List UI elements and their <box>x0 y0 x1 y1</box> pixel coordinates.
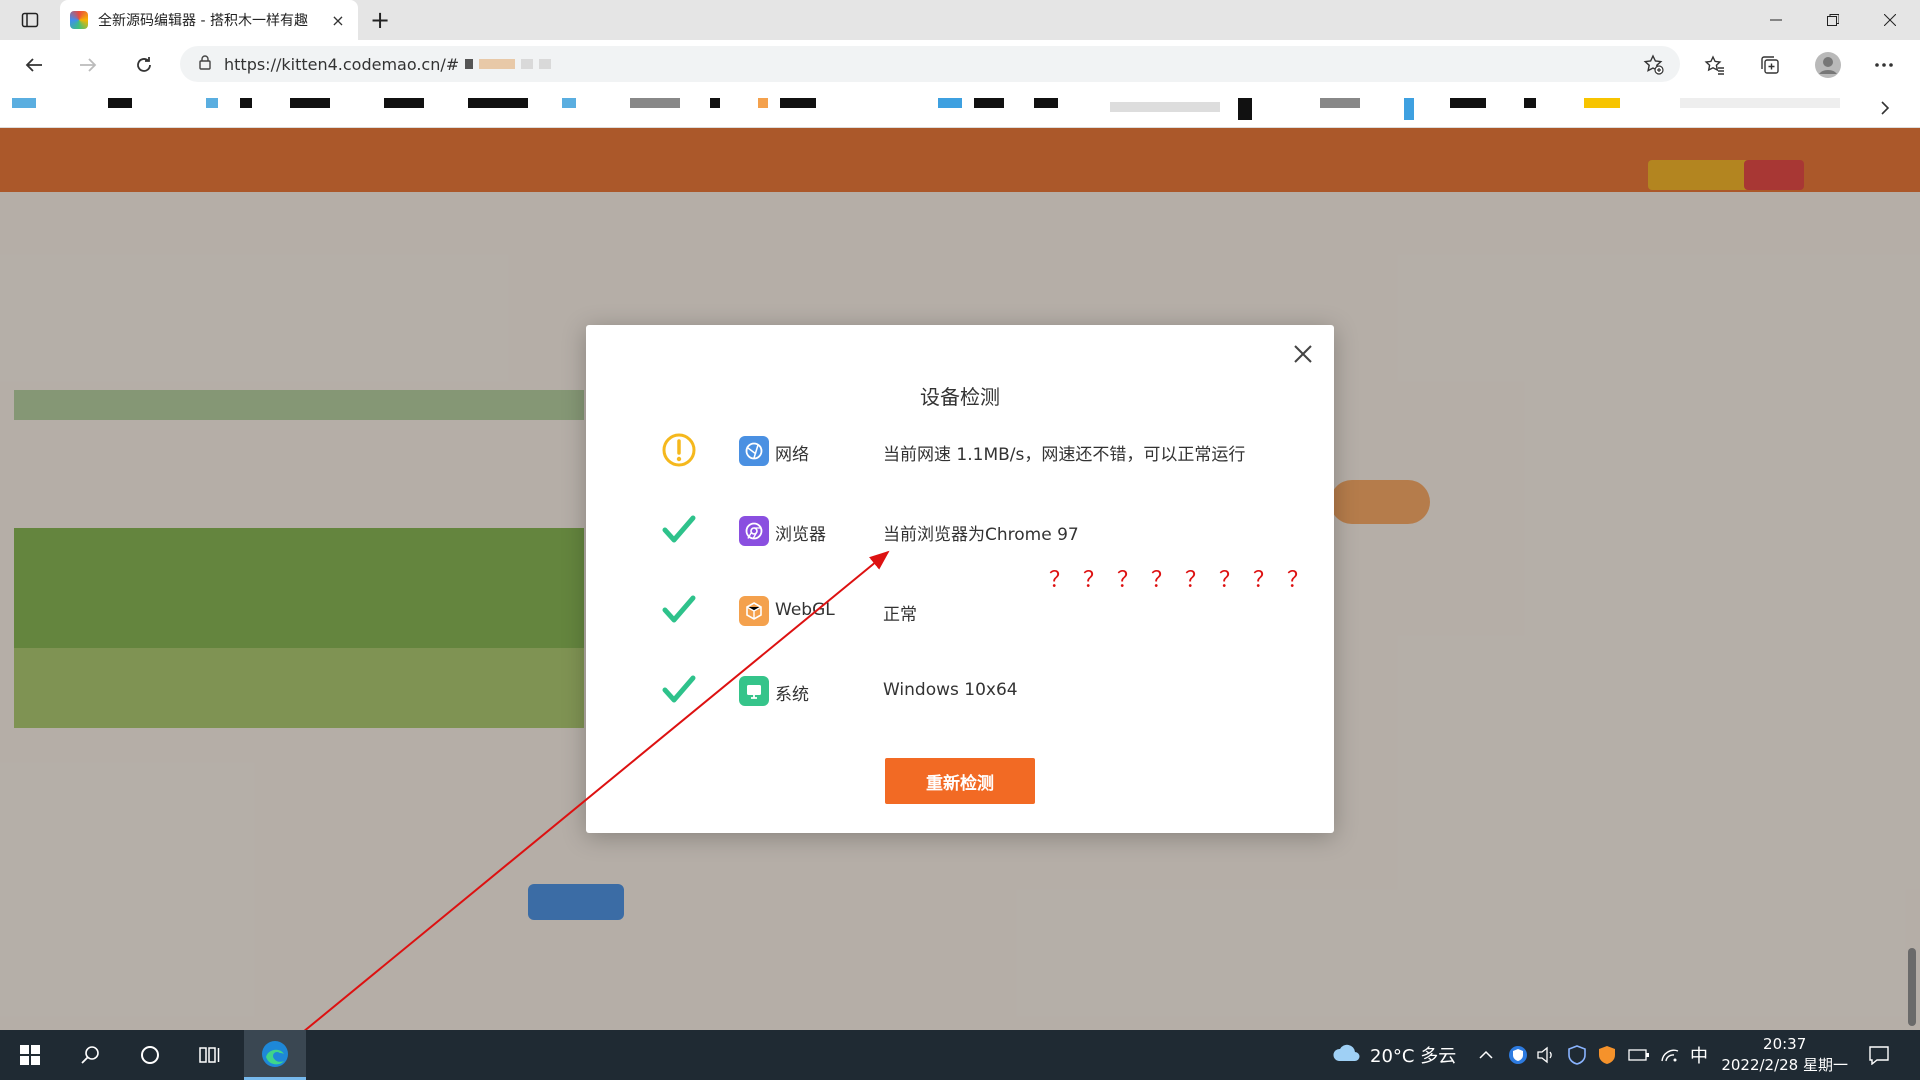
new-tab-icon[interactable]: + <box>366 6 394 34</box>
add-favorite-icon[interactable] <box>1638 49 1670 81</box>
redacted-favorite[interactable] <box>562 98 576 108</box>
checkmark-icon <box>661 672 697 708</box>
redacted-url <box>479 59 516 69</box>
task-view-icon[interactable] <box>182 1030 238 1080</box>
redacted-favorite[interactable] <box>974 98 1004 108</box>
redacted-url <box>539 59 552 69</box>
cortana-icon[interactable] <box>122 1030 178 1080</box>
clock-time: 20:37 <box>1763 1035 1807 1053</box>
redacted-favorite[interactable] <box>1524 98 1536 108</box>
back-icon[interactable] <box>18 49 50 81</box>
redacted-favorite[interactable] <box>1238 98 1252 120</box>
redacted-favorite[interactable] <box>780 98 816 108</box>
tab-strip: 全新源码编辑器 - 搭积木一样有趣 × + <box>0 0 1920 40</box>
minimize-icon[interactable] <box>1748 0 1804 40</box>
check-row-webgl: WebGL 正常 <box>586 590 1334 630</box>
wifi-icon[interactable] <box>1660 1030 1680 1080</box>
forward-icon[interactable] <box>72 49 104 81</box>
redacted-favorite[interactable] <box>1680 98 1840 108</box>
address-bar[interactable]: https://kitten4.codemao.cn/# <box>180 46 1680 82</box>
redacted-favorite[interactable] <box>1584 98 1620 108</box>
redacted-favorite[interactable] <box>1404 98 1414 120</box>
check-result: 正常 <box>883 605 917 625</box>
check-result: 当前网速 1.1MB/s，网速还不错，可以正常运行 <box>883 445 1246 465</box>
edge-taskbar-icon[interactable] <box>244 1030 306 1080</box>
redacted-url <box>465 59 474 69</box>
redacted-favorite[interactable] <box>108 98 132 108</box>
redacted-favorite[interactable] <box>630 98 680 108</box>
checkmark-icon <box>661 592 697 628</box>
url-text: https://kitten4.codemao.cn/# <box>224 54 460 74</box>
clock[interactable]: 20:37 2022/2/28 星期一 <box>1721 1034 1848 1076</box>
weather-text: 20°C 多云 <box>1370 1046 1457 1067</box>
speaker-icon[interactable] <box>1536 1030 1556 1080</box>
redacted-favorite[interactable] <box>206 98 218 108</box>
check-row-browser: 浏览器 当前浏览器为Chrome 97 <box>586 510 1334 550</box>
favicon <box>70 11 88 29</box>
webgl-cube-icon <box>739 596 769 626</box>
redacted-favorite[interactable] <box>1320 98 1360 108</box>
favorites-icon[interactable] <box>1699 49 1731 81</box>
tab-close-icon[interactable]: × <box>328 10 348 30</box>
windows-start-icon[interactable] <box>2 1030 58 1080</box>
favorites-bar <box>0 90 1920 128</box>
defender-icon[interactable] <box>1568 1030 1586 1080</box>
category-label: 系统 <box>775 685 809 705</box>
lock-icon[interactable] <box>198 54 212 74</box>
monitor-icon <box>739 676 769 706</box>
search-icon[interactable] <box>62 1030 118 1080</box>
annotation-question-marks: ？？？？？？？？ <box>1049 568 1322 593</box>
category-label: 浏览器 <box>775 525 826 545</box>
scrollbar[interactable] <box>1908 948 1916 1026</box>
security-app-icon[interactable] <box>1598 1030 1616 1080</box>
redacted-favorite[interactable] <box>1034 98 1058 108</box>
battery-icon[interactable] <box>1628 1030 1650 1080</box>
network-icon <box>739 436 769 466</box>
redacted-url <box>521 59 534 69</box>
category-label: WebGL <box>775 600 835 620</box>
close-icon[interactable] <box>1290 341 1316 367</box>
tray-chevron-icon[interactable] <box>1478 1030 1494 1080</box>
close-window-icon[interactable] <box>1862 0 1918 40</box>
sidebar-toggle-icon[interactable] <box>16 6 44 34</box>
maximize-icon[interactable] <box>1805 0 1861 40</box>
tab-title: 全新源码编辑器 - 搭积木一样有趣 <box>98 13 308 29</box>
redacted-favorite[interactable] <box>12 98 36 108</box>
redacted-favorite[interactable] <box>758 98 768 108</box>
check-row-network: 网络 当前网速 1.1MB/s，网速还不错，可以正常运行 <box>586 430 1334 470</box>
redacted-favorite[interactable] <box>1110 102 1220 112</box>
recheck-button[interactable]: 重新检测 <box>885 758 1035 804</box>
weather-widget[interactable]: 20°C 多云 <box>1332 1030 1456 1080</box>
redacted-favorite[interactable] <box>290 98 330 108</box>
redacted-favorite[interactable] <box>1450 98 1486 108</box>
redacted-favorite[interactable] <box>384 98 424 108</box>
redacted-favorite[interactable] <box>240 98 252 108</box>
check-result: 当前浏览器为Chrome 97 <box>883 525 1079 545</box>
active-tab[interactable]: 全新源码编辑器 - 搭积木一样有趣 × <box>60 0 358 40</box>
taskbar: 20°C 多云 中 20:37 2022/2/28 星期一 <box>0 1030 1920 1080</box>
redacted-favorite[interactable] <box>468 98 528 108</box>
redacted-favorite[interactable] <box>710 98 720 108</box>
browser-window: 全新源码编辑器 - 搭积木一样有趣 × + https://kitten4.co… <box>0 0 1920 1080</box>
chevron-right-icon[interactable] <box>1878 100 1892 120</box>
collections-icon[interactable] <box>1754 49 1786 81</box>
address-toolbar: https://kitten4.codemao.cn/# <box>0 40 1920 90</box>
check-result: Windows 10x64 <box>883 680 1018 700</box>
browser-icon <box>739 516 769 546</box>
redacted-favorite[interactable] <box>938 98 962 108</box>
ime-indicator[interactable]: 中 <box>1690 1030 1708 1080</box>
more-icon[interactable] <box>1868 49 1900 81</box>
checkmark-icon <box>661 512 697 548</box>
notification-icon[interactable] <box>1868 1030 1890 1080</box>
check-row-system: 系统 Windows 10x64 <box>586 670 1334 710</box>
category-label: 网络 <box>775 445 809 465</box>
refresh-icon[interactable] <box>128 49 160 81</box>
profile-icon[interactable] <box>1812 49 1844 81</box>
dialog-title: 设备检测 <box>920 385 1000 409</box>
cloud-icon <box>1332 1043 1360 1068</box>
clock-date: 2022/2/28 星期一 <box>1721 1056 1848 1074</box>
tray-shield-icon[interactable] <box>1508 1030 1528 1080</box>
warning-icon <box>661 432 697 468</box>
